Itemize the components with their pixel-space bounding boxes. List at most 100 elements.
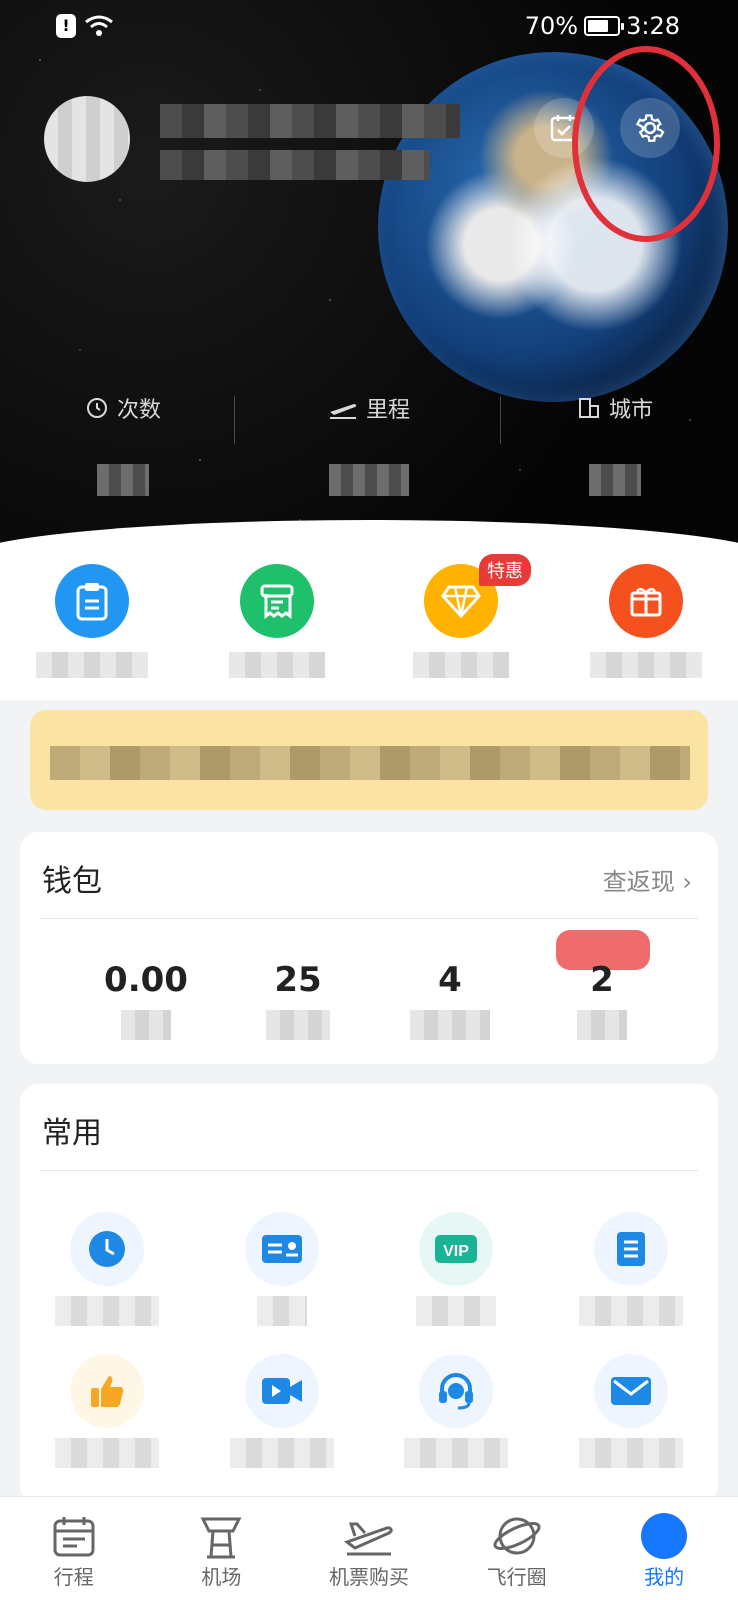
stat-cities-label: 城市 bbox=[608, 398, 653, 423]
quick-action-label-blurred bbox=[36, 652, 149, 678]
quick-action-label-blurred bbox=[413, 652, 510, 678]
promo-banner[interactable] bbox=[30, 710, 708, 810]
id-card-icon bbox=[244, 1212, 319, 1286]
wallet-label-blurred bbox=[266, 1010, 330, 1040]
clock-icon bbox=[86, 398, 107, 418]
thumbs-up-icon bbox=[70, 1354, 145, 1428]
tool-label-blurred bbox=[229, 1438, 334, 1468]
wallet-item-4[interactable]: 2 bbox=[526, 960, 678, 1040]
quick-actions: 特惠 bbox=[0, 554, 738, 700]
tool-label-blurred bbox=[55, 1438, 160, 1468]
tab-airport[interactable]: 机场 bbox=[148, 1497, 296, 1600]
calendar-icon bbox=[52, 1511, 96, 1561]
stat-mileage-label: 里程 bbox=[365, 398, 410, 423]
avatar[interactable] bbox=[44, 96, 130, 182]
tab-buy-tickets[interactable]: 机票购买 bbox=[295, 1497, 443, 1600]
promo-text-blurred bbox=[50, 746, 690, 780]
wallet-label-blurred bbox=[410, 1010, 490, 1040]
tab-flight-circle[interactable]: 飞行圈 bbox=[443, 1497, 591, 1600]
clock-icon bbox=[70, 1212, 145, 1286]
tool-document[interactable] bbox=[544, 1212, 719, 1346]
clipboard-icon bbox=[55, 564, 130, 638]
wallet-item-balance[interactable]: 0.00 bbox=[70, 960, 222, 1040]
tool-label-blurred bbox=[416, 1296, 497, 1326]
building-icon bbox=[578, 398, 599, 418]
tool-label-blurred bbox=[578, 1438, 683, 1468]
tool-id-card[interactable] bbox=[195, 1212, 370, 1346]
clock-time: 3:28 bbox=[626, 12, 680, 40]
common-tools-grid: VIP bbox=[20, 1204, 718, 1488]
tool-customer-service[interactable] bbox=[369, 1354, 544, 1488]
battery-icon bbox=[584, 16, 625, 36]
receipt-icon bbox=[239, 564, 314, 638]
tool-mail[interactable] bbox=[544, 1354, 719, 1488]
quick-action-orders[interactable] bbox=[0, 560, 185, 700]
mail-icon bbox=[593, 1354, 668, 1428]
wallet-title: 钱包 bbox=[42, 864, 102, 899]
stat-mileage[interactable]: 里程 bbox=[246, 392, 492, 496]
tab-buy-tickets-label: 机票购买 bbox=[328, 1565, 409, 1589]
tool-label-blurred bbox=[578, 1296, 683, 1326]
settings-highlight-annotation bbox=[572, 46, 720, 242]
quick-action-gifts[interactable] bbox=[554, 560, 738, 700]
stat-count-label: 次数 bbox=[116, 398, 161, 423]
vip-icon: VIP bbox=[419, 1212, 494, 1286]
gift-icon bbox=[608, 564, 683, 638]
quick-action-invoice[interactable] bbox=[185, 560, 370, 700]
headset-icon bbox=[419, 1354, 494, 1428]
common-tools-card: 常用 VIP bbox=[20, 1084, 718, 1504]
tool-vip[interactable]: VIP bbox=[369, 1212, 544, 1346]
stat-cities[interactable]: 城市 bbox=[492, 392, 738, 496]
tab-flight-circle-label: 飞行圈 bbox=[486, 1565, 547, 1589]
bottom-tab-bar: 行程 机场 机票购买 飞行圈 我的 bbox=[0, 1496, 738, 1600]
tool-video[interactable] bbox=[195, 1354, 370, 1488]
wallet-item-2[interactable]: 25 bbox=[222, 960, 374, 1040]
stat-mileage-value-blurred bbox=[329, 464, 409, 496]
stat-divider bbox=[234, 396, 235, 444]
wallet-item-3[interactable]: 4 bbox=[374, 960, 526, 1040]
common-title: 常用 bbox=[42, 1116, 102, 1151]
tab-trips[interactable]: 行程 bbox=[0, 1497, 148, 1600]
video-icon bbox=[244, 1354, 319, 1428]
stat-cities-value-blurred bbox=[589, 464, 641, 496]
wallet-value-2: 25 bbox=[274, 960, 322, 1000]
stat-count-value-blurred bbox=[97, 464, 149, 496]
tool-history[interactable] bbox=[20, 1212, 195, 1346]
quick-action-label-blurred bbox=[589, 652, 702, 678]
control-tower-icon bbox=[199, 1511, 243, 1561]
wallet-value-3: 4 bbox=[438, 960, 462, 1000]
wallet-balance-value: 0.00 bbox=[104, 960, 188, 1000]
status-bar: ! 70% 3:28 bbox=[0, 0, 738, 56]
tab-me[interactable]: 我的 bbox=[590, 1497, 738, 1600]
stat-divider bbox=[500, 396, 501, 444]
profile-icon bbox=[641, 1511, 688, 1561]
username-blurred bbox=[160, 104, 460, 138]
flight-stats: 次数 里程 城市 bbox=[0, 392, 738, 496]
tool-label-blurred bbox=[55, 1296, 160, 1326]
divider bbox=[40, 918, 698, 919]
wallet-label-blurred bbox=[577, 1010, 627, 1040]
wifi-icon bbox=[85, 15, 113, 36]
stat-count[interactable]: 次数 bbox=[0, 392, 246, 496]
wallet-card: 钱包 查返现 › 0.00 25 4 2 bbox=[20, 832, 718, 1064]
quick-action-membership[interactable]: 特惠 bbox=[369, 554, 554, 700]
user-level-blurred bbox=[160, 150, 430, 180]
cashback-link[interactable]: 查返现 › bbox=[603, 862, 692, 897]
tool-feedback[interactable] bbox=[20, 1354, 195, 1488]
tab-trips-label: 行程 bbox=[53, 1565, 94, 1589]
divider bbox=[40, 1170, 698, 1171]
cashback-link-label: 查返现 bbox=[602, 868, 675, 896]
quick-action-label-blurred bbox=[228, 652, 325, 678]
special-offer-badge: 特惠 bbox=[479, 554, 531, 586]
alert-icon: ! bbox=[56, 14, 76, 38]
svg-text:VIP: VIP bbox=[443, 1243, 469, 1260]
planet-icon bbox=[492, 1511, 542, 1561]
profile-header: ! 70% 3:28 次数 里程 城市 bbox=[0, 0, 738, 560]
wallet-label-blurred bbox=[121, 1010, 171, 1040]
plane-takeoff-icon bbox=[329, 404, 357, 419]
tab-airport-label: 机场 bbox=[201, 1565, 242, 1589]
wallet-values: 0.00 25 4 2 bbox=[70, 960, 678, 1040]
battery-percent: 70% bbox=[524, 12, 579, 40]
document-icon bbox=[593, 1212, 668, 1286]
wallet-value-4: 2 bbox=[590, 960, 614, 1000]
